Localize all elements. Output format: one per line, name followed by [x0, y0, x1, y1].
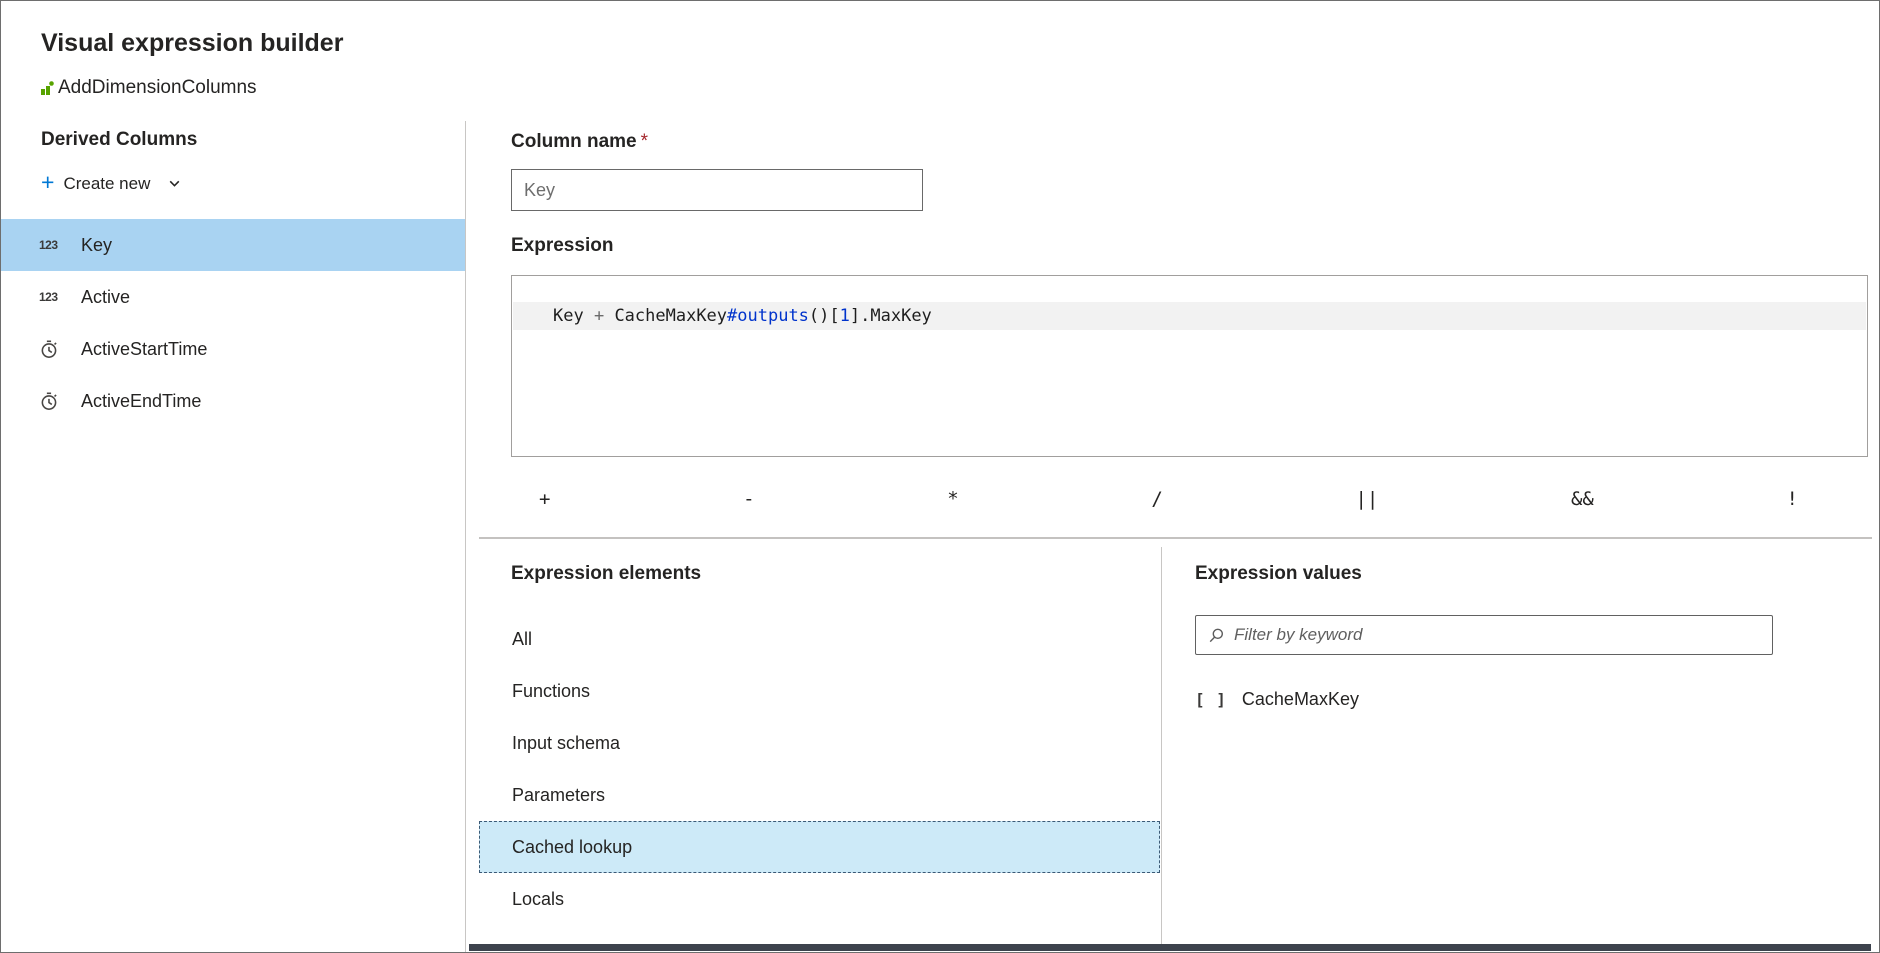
column-name-label: Column name* — [511, 131, 648, 153]
horizontal-scrollbar[interactable] — [469, 944, 1871, 951]
element-item-label: All — [512, 629, 532, 650]
code-token: + — [594, 306, 614, 326]
expression-label: Expression — [511, 235, 613, 257]
operator-button[interactable]: + — [539, 488, 550, 510]
expression-value-item-cachemaxkey[interactable]: [ ] CacheMaxKey — [1195, 677, 1359, 721]
element-item-label: Cached lookup — [512, 837, 632, 858]
code-token: () — [809, 306, 829, 326]
operator-bar: + - * / || && ! — [511, 479, 1868, 519]
element-item-functions[interactable]: Functions — [479, 665, 1160, 717]
search-icon — [1208, 627, 1225, 644]
expression-editor[interactable]: Key + CacheMaxKey#outputs()[1].MaxKey — [511, 275, 1868, 457]
column-name-input[interactable] — [511, 169, 923, 211]
element-item-locals[interactable]: Locals — [479, 873, 1160, 925]
operator-button[interactable]: / — [1151, 488, 1162, 510]
element-item-all[interactable]: All — [479, 613, 1160, 665]
expression-elements-heading: Expression elements — [511, 563, 701, 585]
code-token: Key — [553, 306, 594, 326]
code-token: [ — [829, 306, 839, 326]
operator-button[interactable]: || — [1355, 488, 1378, 510]
derived-column-label: ActiveEndTime — [81, 391, 201, 412]
code-token: CacheMaxKey — [614, 306, 727, 326]
clock-icon — [39, 339, 65, 360]
create-new-label: Create new — [63, 174, 150, 194]
operator-button[interactable]: ! — [1787, 488, 1798, 510]
derived-column-item-active[interactable]: 123 Active — [1, 271, 465, 323]
element-item-input-schema[interactable]: Input schema — [479, 717, 1160, 769]
derived-column-label: Active — [81, 287, 130, 308]
operator-button[interactable]: - — [743, 488, 754, 510]
visual-expression-builder-window: Visual expression builder AddDimensionCo… — [0, 0, 1880, 953]
derived-column-item-activestarttime[interactable]: ActiveStartTime — [1, 323, 465, 375]
clock-icon — [39, 391, 65, 412]
filter-keyword-input[interactable] — [1234, 625, 1760, 645]
number-123-icon: 123 — [39, 290, 65, 304]
transformation-name: AddDimensionColumns — [58, 77, 257, 99]
element-item-label: Locals — [512, 889, 564, 910]
derived-column-icon — [39, 80, 55, 96]
operator-button[interactable]: && — [1571, 488, 1594, 510]
filter-search-box[interactable] — [1195, 615, 1773, 655]
expression-value-label: CacheMaxKey — [1242, 689, 1359, 710]
column-name-label-text: Column name — [511, 131, 637, 152]
required-marker: * — [641, 131, 648, 152]
derived-columns-heading: Derived Columns — [41, 129, 197, 151]
number-123-icon: 123 — [39, 238, 65, 252]
transformation-name-row: AddDimensionColumns — [39, 77, 257, 99]
expression-code-line[interactable]: Key + CacheMaxKey#outputs()[1].MaxKey — [513, 302, 1866, 330]
code-token: ].MaxKey — [850, 306, 932, 326]
element-item-parameters[interactable]: Parameters — [479, 769, 1160, 821]
element-item-label: Input schema — [512, 733, 620, 754]
plus-icon: + — [41, 171, 54, 194]
derived-column-item-key[interactable]: 123 Key — [1, 219, 465, 271]
brackets-icon: [ ] — [1195, 690, 1227, 709]
horizontal-divider — [479, 537, 1872, 539]
left-panel-divider — [465, 121, 466, 952]
derived-column-label: Key — [81, 235, 112, 256]
derived-column-label: ActiveStartTime — [81, 339, 207, 360]
code-token: #outputs — [727, 306, 809, 326]
element-item-label: Functions — [512, 681, 590, 702]
create-new-button[interactable]: + Create new — [41, 173, 182, 194]
operator-button[interactable]: * — [947, 488, 958, 510]
chevron-down-icon — [167, 176, 182, 191]
expression-values-heading: Expression values — [1195, 563, 1362, 585]
panels-divider — [1161, 547, 1162, 946]
element-item-cached-lookup[interactable]: Cached lookup — [479, 821, 1160, 873]
code-token: 1 — [840, 306, 850, 326]
page-title: Visual expression builder — [41, 29, 343, 58]
derived-columns-list: 123 Key 123 Active ActiveStartTime Activ… — [1, 219, 465, 427]
expression-elements-list: All Functions Input schema Parameters Ca… — [479, 613, 1160, 925]
derived-column-item-activeendtime[interactable]: ActiveEndTime — [1, 375, 465, 427]
element-item-label: Parameters — [512, 785, 605, 806]
